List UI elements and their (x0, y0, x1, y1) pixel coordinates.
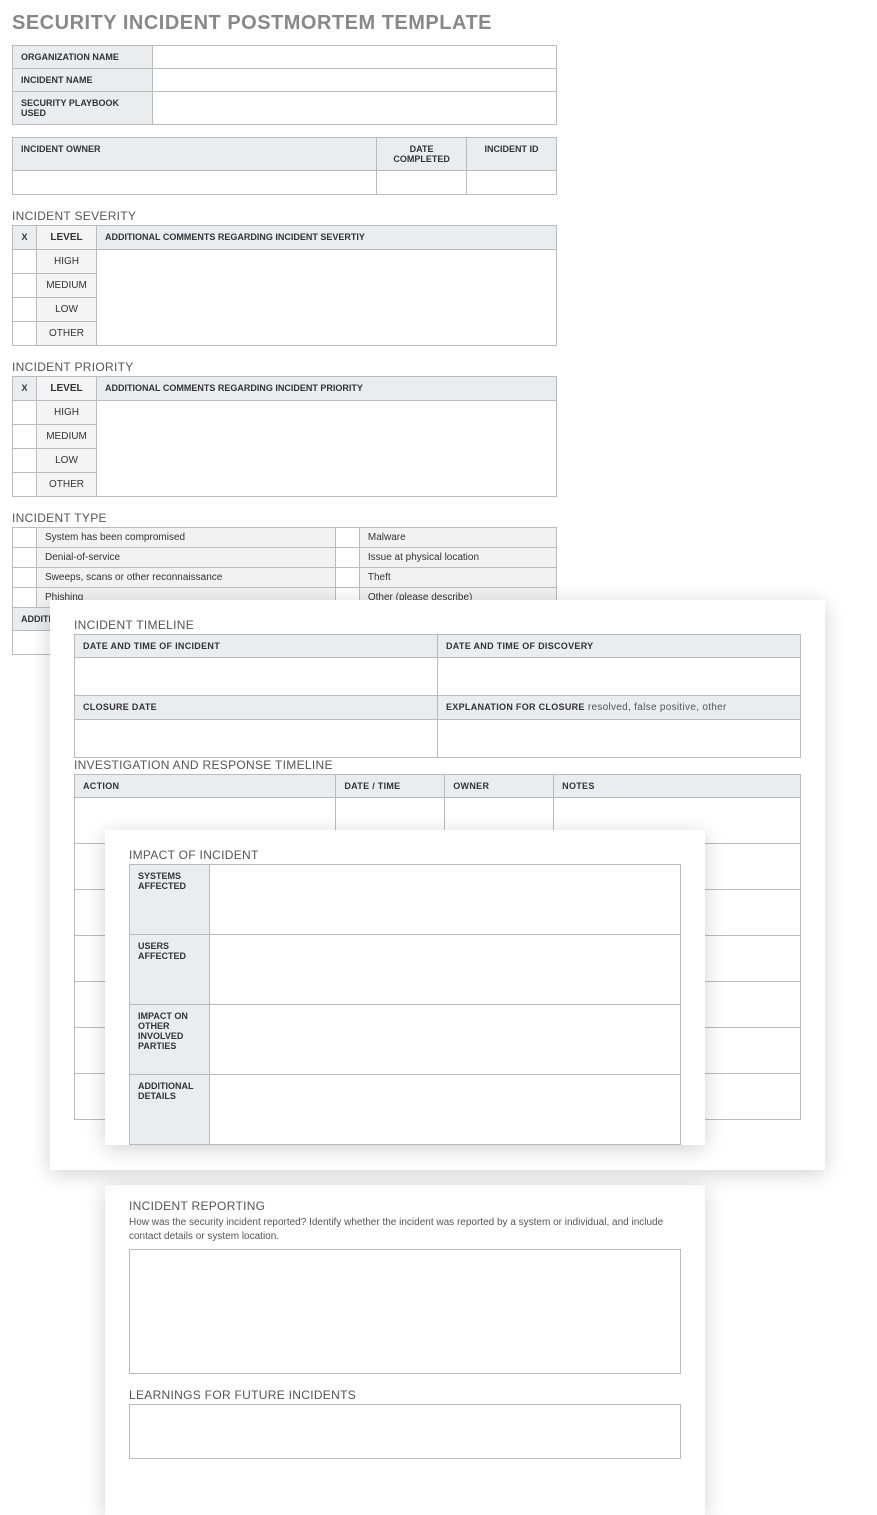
explanation-hint: resolved, false positive, other (585, 702, 727, 713)
priority-xcol: X (13, 377, 37, 401)
date-completed-label: DATE COMPLETED (377, 138, 467, 171)
priority-comments[interactable] (97, 401, 557, 497)
severity-x-medium[interactable] (13, 274, 37, 298)
type-check[interactable] (335, 548, 359, 568)
page-title: SECURITY INCIDENT POSTMORTEM TEMPLATE (12, 12, 865, 35)
impact-row-label: IMPACT ON OTHER INVOLVED PARTIES (130, 1005, 210, 1075)
impact-table: SYSTEMS AFFECTED USERS AFFECTED IMPACT O… (129, 864, 681, 1145)
type-right-2: Theft (359, 568, 556, 588)
timeline-title: INCIDENT TIMELINE (74, 618, 801, 632)
impact-row-label: ADDITIONAL DETAILS (130, 1075, 210, 1145)
severity-x-high[interactable] (13, 250, 37, 274)
impact-row-label: USERS AFFECTED (130, 935, 210, 1005)
impact-systems-value[interactable] (210, 865, 681, 935)
priority-x-medium[interactable] (13, 425, 37, 449)
incident-id-value[interactable] (467, 171, 557, 195)
impact-users-value[interactable] (210, 935, 681, 1005)
resp-notes-label: NOTES (554, 775, 801, 798)
dt-incident-label: DATE AND TIME OF INCIDENT (75, 635, 438, 658)
learnings-box[interactable] (129, 1404, 681, 1459)
explanation-label: EXPLANATION FOR CLOSURE resolved, false … (438, 696, 801, 720)
severity-commentscol: ADDITIONAL COMMENTS REGARDING INCIDENT S… (97, 226, 557, 250)
priority-levelcol: LEVEL (37, 377, 97, 401)
reporting-title: INCIDENT REPORTING (129, 1199, 681, 1213)
incident-id-label: INCIDENT ID (467, 138, 557, 171)
type-check[interactable] (13, 568, 37, 588)
priority-level-low: LOW (37, 449, 97, 473)
type-check[interactable] (335, 568, 359, 588)
severity-level-low: LOW (37, 298, 97, 322)
priority-level-high: HIGH (37, 401, 97, 425)
type-title: INCIDENT TYPE (12, 511, 865, 525)
incident-value[interactable] (153, 69, 557, 92)
playbook-value[interactable] (153, 92, 557, 125)
explanation-closure-strong: EXPLANATION FOR CLOSURE (446, 702, 585, 712)
severity-xcol: X (13, 226, 37, 250)
dt-discovery-label: DATE AND TIME OF DISCOVERY (438, 635, 801, 658)
priority-commentscol: ADDITIONAL COMMENTS REGARDING INCIDENT P… (97, 377, 557, 401)
reporting-desc: How was the security incident reported? … (129, 1216, 681, 1243)
resp-owner-label: OWNER (445, 775, 554, 798)
severity-level-other: OTHER (37, 322, 97, 346)
org-value[interactable] (153, 46, 557, 69)
date-completed-value[interactable] (377, 171, 467, 195)
closure-label: CLOSURE DATE (75, 696, 438, 720)
dt-discovery-value[interactable] (438, 658, 801, 696)
type-right-0: Malware (359, 528, 556, 548)
severity-comments[interactable] (97, 250, 557, 346)
severity-level-high: HIGH (37, 250, 97, 274)
resp-dt-label: DATE / TIME (336, 775, 445, 798)
type-check[interactable] (13, 528, 37, 548)
explanation-value[interactable] (438, 720, 801, 758)
severity-x-low[interactable] (13, 298, 37, 322)
reporting-box[interactable] (129, 1249, 681, 1374)
type-right-1: Issue at physical location (359, 548, 556, 568)
response-title: INVESTIGATION AND RESPONSE TIMELINE (74, 758, 801, 772)
type-left-0: System has been compromised (37, 528, 336, 548)
priority-level-other: OTHER (37, 473, 97, 497)
type-check[interactable] (335, 528, 359, 548)
priority-x-high[interactable] (13, 401, 37, 425)
impact-title: IMPACT OF INCIDENT (129, 848, 681, 862)
severity-title: INCIDENT SEVERITY (12, 209, 865, 223)
priority-table: X LEVEL ADDITIONAL COMMENTS REGARDING IN… (12, 376, 557, 497)
type-check[interactable] (13, 588, 37, 608)
type-left-1: Denial-of-service (37, 548, 336, 568)
page-overlay-2: IMPACT OF INCIDENT SYSTEMS AFFECTED USER… (105, 830, 705, 1145)
impact-row-label: SYSTEMS AFFECTED (130, 865, 210, 935)
learnings-title: LEARNINGS FOR FUTURE INCIDENTS (129, 1388, 681, 1402)
impact-details-value[interactable] (210, 1075, 681, 1145)
priority-x-low[interactable] (13, 449, 37, 473)
incident-label: INCIDENT NAME (13, 69, 153, 92)
org-label: ORGANIZATION NAME (13, 46, 153, 69)
type-left-2: Sweeps, scans or other reconnaissance (37, 568, 336, 588)
owner-value[interactable] (13, 171, 377, 195)
page-overlay-3: INCIDENT REPORTING How was the security … (105, 1185, 705, 1515)
playbook-label: SECURITY PLAYBOOK USED (13, 92, 153, 125)
priority-level-medium: MEDIUM (37, 425, 97, 449)
severity-level-medium: MEDIUM (37, 274, 97, 298)
resp-action-label: ACTION (75, 775, 336, 798)
closure-value[interactable] (75, 720, 438, 758)
priority-x-other[interactable] (13, 473, 37, 497)
severity-table: X LEVEL ADDITIONAL COMMENTS REGARDING IN… (12, 225, 557, 346)
severity-levelcol: LEVEL (37, 226, 97, 250)
priority-title: INCIDENT PRIORITY (12, 360, 865, 374)
dt-incident-value[interactable] (75, 658, 438, 696)
owner-table: INCIDENT OWNER DATE COMPLETED INCIDENT I… (12, 137, 557, 195)
meta-table: ORGANIZATION NAME INCIDENT NAME SECURITY… (12, 45, 557, 125)
impact-parties-value[interactable] (210, 1005, 681, 1075)
type-check[interactable] (13, 548, 37, 568)
timeline-table: DATE AND TIME OF INCIDENT DATE AND TIME … (74, 634, 801, 758)
severity-x-other[interactable] (13, 322, 37, 346)
owner-label: INCIDENT OWNER (13, 138, 377, 171)
